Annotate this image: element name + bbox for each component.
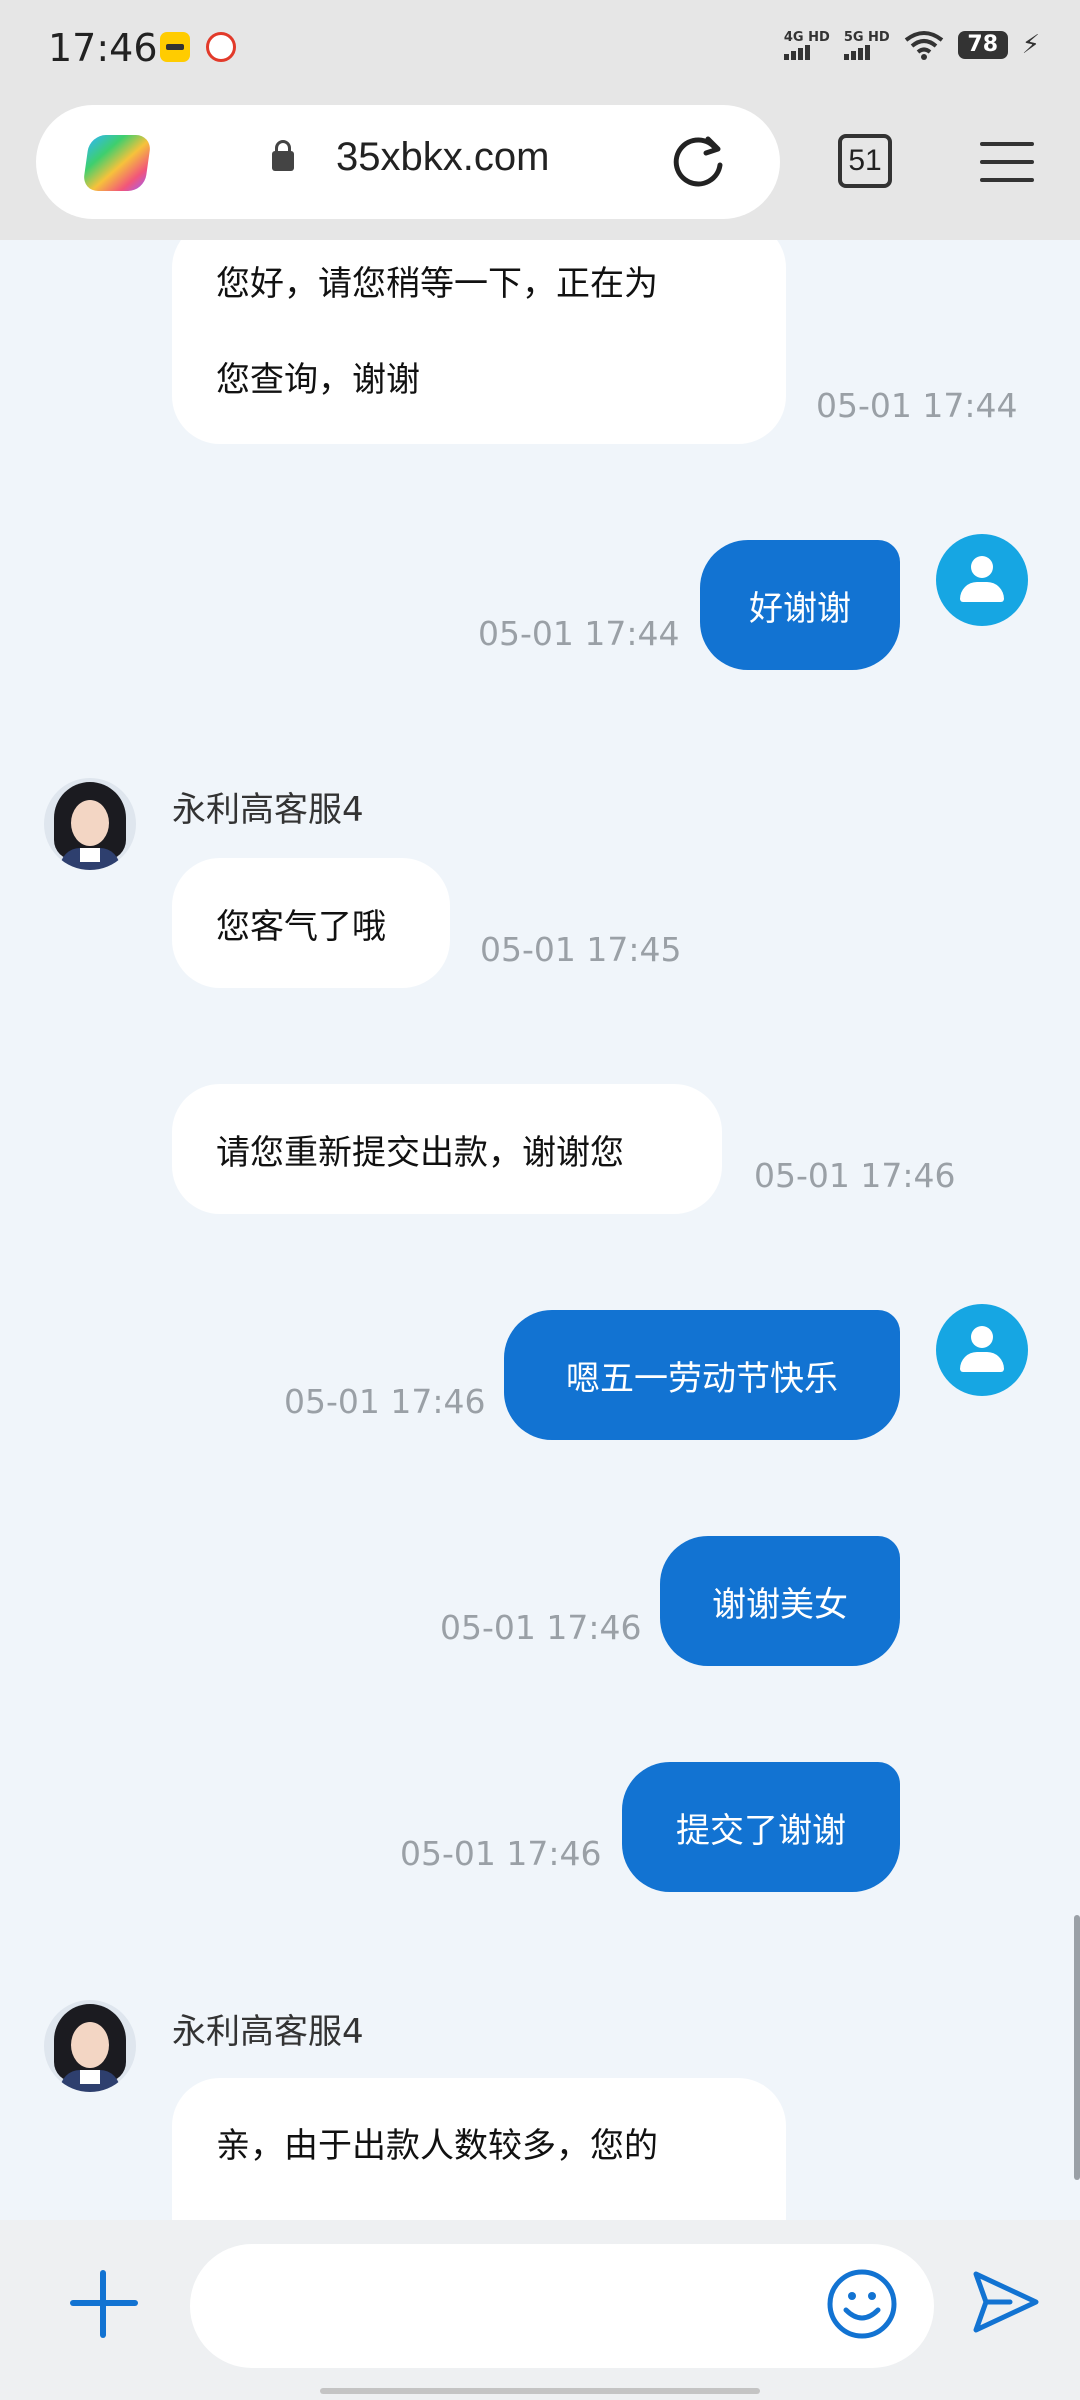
message-text-line: 亲，由于出款人数较多，您的 bbox=[216, 2126, 658, 2166]
agent-message: 亲，由于出款人数较多，您的 bbox=[172, 2078, 786, 2220]
agent-message: 您客气了哦 bbox=[172, 858, 450, 988]
battery-indicator: 78 bbox=[957, 31, 1008, 59]
message-timestamp: 05-01 17:44 bbox=[478, 614, 680, 653]
notification-app-icon bbox=[206, 32, 236, 62]
user-avatar bbox=[936, 534, 1028, 626]
chat-messages[interactable]: 您好，请您稍等一下，正在为 您查询，谢谢 05-01 17:44 好谢谢 05-… bbox=[0, 240, 1080, 2220]
scrollbar[interactable] bbox=[1074, 1915, 1080, 2180]
network-5g-indicator: 5G HD bbox=[843, 29, 890, 60]
user-message: 提交了谢谢 bbox=[622, 1762, 900, 1892]
message-text: 谢谢美女 bbox=[712, 1584, 848, 1625]
address-bar[interactable]: 35xbkx.com bbox=[36, 105, 780, 219]
message-text: 好谢谢 bbox=[749, 588, 851, 629]
agent-name: 永利高客服4 bbox=[172, 790, 364, 830]
lock-icon[interactable] bbox=[272, 140, 294, 171]
emoji-icon[interactable] bbox=[826, 2268, 898, 2340]
user-avatar bbox=[936, 1304, 1028, 1396]
browser-toolbar: 35xbkx.com 51 bbox=[0, 100, 1080, 240]
message-text-line: 您查询，谢谢 bbox=[216, 360, 420, 400]
message-timestamp: 05-01 17:46 bbox=[400, 1834, 602, 1873]
message-timestamp: 05-01 17:46 bbox=[754, 1156, 956, 1195]
message-input[interactable] bbox=[190, 2244, 934, 2368]
network-4g-indicator: 4G HD bbox=[783, 29, 830, 60]
network-5g-label: 5G HD bbox=[843, 29, 890, 45]
copilot-icon[interactable] bbox=[82, 135, 152, 191]
user-message: 好谢谢 bbox=[700, 540, 900, 670]
message-text: 请您重新提交出款，谢谢您 bbox=[216, 1132, 624, 1173]
status-time: 17:46 bbox=[48, 26, 158, 70]
network-4g-label: 4G HD bbox=[783, 29, 830, 45]
status-bar: 17:46 4G HD 5G HD 78 ⚡ bbox=[0, 0, 1080, 100]
user-message: 谢谢美女 bbox=[660, 1536, 900, 1666]
message-timestamp: 05-01 17:45 bbox=[480, 930, 682, 969]
agent-message: 您好，请您稍等一下，正在为 您查询，谢谢 bbox=[172, 240, 786, 444]
plus-icon[interactable] bbox=[68, 2268, 140, 2340]
signal-bars-icon bbox=[783, 44, 812, 60]
reload-icon[interactable] bbox=[668, 131, 728, 191]
message-timestamp: 05-01 17:44 bbox=[816, 386, 1018, 425]
message-input-bar bbox=[0, 2220, 1080, 2400]
message-text: 提交了谢谢 bbox=[676, 1810, 846, 1851]
message-timestamp: 05-01 17:46 bbox=[440, 1608, 642, 1647]
agent-name: 永利高客服4 bbox=[172, 2012, 364, 2052]
home-indicator[interactable] bbox=[320, 2388, 760, 2394]
meituan-app-icon bbox=[160, 32, 190, 62]
agent-avatar bbox=[44, 2000, 136, 2092]
user-message: 嗯五一劳动节快乐 bbox=[504, 1310, 900, 1440]
message-text-line: 您好，请您稍等一下，正在为 bbox=[216, 264, 658, 304]
status-indicators: 4G HD 5G HD 78 ⚡ bbox=[783, 29, 1040, 60]
signal-bars-icon bbox=[843, 44, 872, 60]
message-text: 您客气了哦 bbox=[216, 906, 386, 947]
agent-avatar bbox=[44, 778, 136, 870]
wifi-icon bbox=[904, 31, 943, 60]
menu-icon[interactable] bbox=[980, 142, 1034, 182]
agent-message: 请您重新提交出款，谢谢您 bbox=[172, 1084, 722, 1214]
url-text[interactable]: 35xbkx.com bbox=[336, 135, 549, 180]
message-timestamp: 05-01 17:46 bbox=[284, 1382, 486, 1421]
charging-icon: ⚡ bbox=[1021, 30, 1040, 60]
tab-count-button[interactable]: 51 bbox=[838, 134, 892, 188]
message-text: 嗯五一劳动节快乐 bbox=[566, 1358, 838, 1399]
send-icon[interactable] bbox=[970, 2266, 1042, 2338]
